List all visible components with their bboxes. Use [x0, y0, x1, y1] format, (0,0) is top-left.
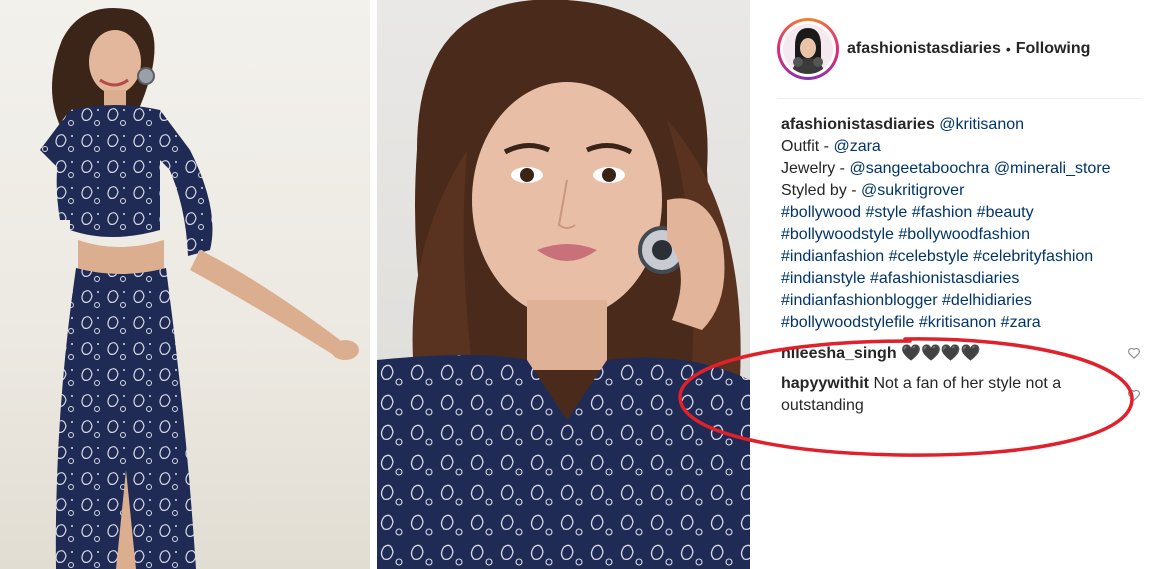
like-comment-heart-icon[interactable]	[1127, 346, 1141, 360]
caption-line-1: afashionistasdiaries @kritisanon	[781, 114, 1151, 136]
avatar-image	[780, 21, 836, 77]
post-caption: afashionistasdiaries @kritisanon Outfit …	[781, 114, 1151, 334]
avatar-illustration	[783, 24, 833, 74]
caption-hashtags-line[interactable]: #indianfashion #celebstyle #celebrityfas…	[781, 246, 1151, 268]
comment-username-link[interactable]: nileesha_singh	[781, 345, 897, 362]
post-side-panel: afashionistasdiaries • Following afashio…	[750, 0, 1169, 569]
comment-item: nileesha_singh 🖤🖤🖤🖤	[781, 343, 1121, 365]
like-comment-heart-icon[interactable]	[1127, 388, 1141, 402]
caption-mention-kritisanon[interactable]: @kritisanon	[939, 116, 1024, 133]
caption-line-outfit: Outfit - @zara	[781, 136, 1151, 158]
header-separator: •	[1005, 41, 1011, 57]
caption-hashtags-line[interactable]: #bollywoodstyle #bollywoodfashion	[781, 224, 1151, 246]
avatar[interactable]	[777, 18, 839, 80]
caption-outfit-label: Outfit -	[781, 138, 834, 155]
caption-mention-sukritigrover[interactable]: @sukritigrover	[861, 182, 964, 199]
comment-text: 🖤🖤🖤🖤	[901, 345, 981, 362]
caption-line-styled: Styled by - @sukritigrover	[781, 180, 1151, 202]
post-header: afashionistasdiaries • Following	[777, 18, 1141, 99]
post-photo-right[interactable]	[377, 0, 750, 569]
caption-styled-label: Styled by -	[781, 182, 862, 199]
caption-mention-zara[interactable]: @zara	[833, 138, 880, 155]
caption-line-jewelry: Jewelry - @sangeetaboochra @minerali_sto…	[781, 158, 1151, 180]
comment-item: hapyywithit Not a fan of her style not a…	[781, 373, 1121, 417]
comment-username-link[interactable]: hapyywithit	[781, 375, 869, 392]
caption-hashtags-line[interactable]: #indianstyle #afashionistasdiaries	[781, 268, 1151, 290]
post-image-area[interactable]	[0, 0, 750, 569]
portrait-photo-illustration	[377, 0, 750, 569]
caption-author-link[interactable]: afashionistasdiaries	[781, 116, 935, 133]
caption-hashtags-line[interactable]: #bollywoodstylefile #kritisanon #zara	[781, 312, 1151, 334]
caption-jewelry-label: Jewelry -	[781, 160, 850, 177]
header-username-link[interactable]: afashionistasdiaries	[847, 40, 1001, 58]
caption-hashtags-line[interactable]: #bollywood #style #fashion #beauty	[781, 202, 1151, 224]
following-button[interactable]: Following	[1016, 40, 1091, 58]
caption-mention-minerali-store[interactable]: @minerali_store	[994, 160, 1111, 177]
post-photo-left[interactable]	[0, 0, 370, 569]
caption-hashtags-line[interactable]: #indianfashionblogger #delhidiaries	[781, 290, 1151, 312]
caption-mention-sangeetaboochra[interactable]: @sangeetaboochra	[849, 160, 989, 177]
full-body-photo-illustration	[40, 8, 359, 569]
